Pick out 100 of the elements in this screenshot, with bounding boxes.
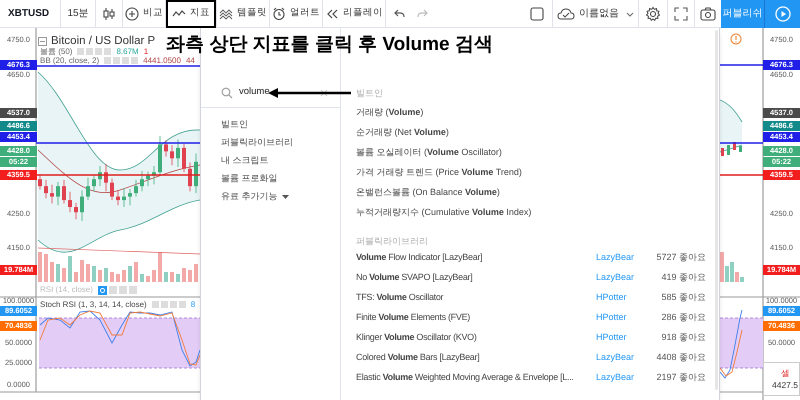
indicator-name[interactable]: No Volume SVAPO [LazyBear] (356, 271, 596, 285)
candle (92, 174, 96, 192)
candle (74, 202, 78, 220)
candle (182, 143, 186, 173)
likes-count: 2197 좋아요 (655, 371, 706, 384)
candle (104, 163, 108, 192)
toolbar-button[interactable]: 얼러트 (270, 0, 322, 28)
indicator-name[interactable]: 온밸런스볼륨 (On Balance Volume) (356, 186, 500, 200)
candle (56, 182, 60, 206)
indicator-name[interactable]: 가격 거래량 트렌드 (Price Volume Trend) (356, 166, 522, 180)
double-chevron-icon (325, 6, 339, 20)
candle (80, 190, 84, 222)
clear-icon[interactable] (320, 88, 328, 96)
alarm-clock-icon (272, 6, 286, 20)
interval-button[interactable]: 15분 (61, 6, 95, 21)
settings-icon[interactable] (645, 6, 661, 22)
indicator-label: RSI (14, close) (40, 284, 93, 296)
likes-count: 585 좋아요 (660, 291, 706, 304)
likes-count: 4408 좋아요 (655, 351, 706, 364)
layout-menu-button[interactable]: 이름없음 (553, 0, 638, 28)
search-icon (221, 86, 233, 98)
indicator-name[interactable]: TFS: Volume Oscillator (356, 291, 596, 305)
play-button[interactable] (764, 0, 800, 28)
candle (86, 177, 90, 200)
category-item[interactable]: 볼륨 프로화일 (201, 170, 278, 188)
play-icon (774, 6, 790, 22)
indicator-name[interactable]: 순거래량 (Net Volume) (356, 126, 449, 140)
likes-count: 286 좋아요 (660, 311, 706, 324)
control-icons-drawing[interactable] (98, 286, 138, 294)
indicator-value: 8 (190, 299, 196, 311)
chart-title: Bitcoin / US Dollar P (51, 34, 156, 48)
toolbar-button[interactable]: 비교 (123, 0, 165, 28)
candle (122, 188, 126, 208)
price-line (720, 174, 763, 176)
likes-count: 918 좋아요 (660, 331, 706, 344)
indicator-value: 1 (144, 46, 148, 57)
category-item[interactable]: 유료 추가기능 (201, 188, 289, 206)
fullscreen-icon[interactable] (674, 6, 688, 20)
scrollbar[interactable] (715, 30, 718, 390)
candlestick-chart-drawing (721, 142, 742, 156)
sell-button[interactable]: 셀 4427.5 (763, 362, 800, 396)
candle (116, 190, 120, 206)
candle (176, 139, 180, 168)
candle (134, 180, 138, 197)
symbol-label[interactable]: XBTUSD (0, 6, 60, 21)
indicator-name[interactable]: Klinger Volume Oscillator (KVO) (356, 331, 596, 345)
wave-lines-icon (219, 6, 233, 20)
indicator-name[interactable]: 누적거래량지수 (Cumulative Volume Index) (356, 206, 532, 220)
search-field[interactable]: volume (239, 85, 299, 100)
candle (50, 184, 54, 204)
annotation-caption: 좌측 상단 지표를 클릭 후 Volume 검색 (166, 33, 493, 57)
indicator-name[interactable]: Colored Volume Bars [LazyBear] (356, 351, 596, 365)
candle (128, 188, 132, 206)
volume-bars-drawing (720, 252, 744, 282)
indicator-label: 볼륨 (50) (40, 46, 72, 57)
candle (164, 140, 168, 157)
likes-count: 5727 좋아요 (655, 251, 706, 264)
bollinger-band-drawing (720, 100, 742, 152)
square-icon[interactable] (530, 6, 544, 20)
cloud-check-icon (557, 6, 575, 20)
caret-icon (626, 10, 634, 18)
indicator-name[interactable]: Volume Flow Indicator [LazyBear] (356, 251, 596, 265)
likes-count: 419 좋아요 (660, 271, 706, 284)
candles-icon[interactable] (102, 6, 116, 20)
section-header: 퍼블릭라이브러리 (356, 235, 428, 248)
indicator-name[interactable]: 볼륨 오실레이터 (Volume Oscillator) (356, 146, 502, 160)
indicator-name[interactable]: Finite Volume Elements (FVE) (356, 311, 596, 325)
candle (170, 144, 174, 166)
section-header: 빌트인 (356, 87, 383, 100)
price-line (720, 142, 763, 144)
indicator-value: 4441.0500 (143, 55, 181, 67)
indicator-label: BB (20, close, 2) (40, 56, 100, 67)
candle (98, 166, 102, 187)
candle (158, 136, 162, 176)
candle (44, 180, 48, 199)
toolbar-button[interactable]: 템플릿 (217, 0, 269, 28)
candle (188, 162, 192, 192)
stoch-rsi-drawing (720, 310, 764, 379)
alert-icon[interactable] (730, 33, 742, 45)
category-item[interactable]: 빌트인 (201, 116, 248, 134)
indicator-name[interactable]: 거래량 (Volume) (356, 106, 424, 120)
category-item[interactable]: 내 스크립트 (201, 152, 269, 170)
candle (146, 171, 150, 187)
category-item[interactable]: 퍼블릭라이브러리 (201, 134, 293, 152)
candle (68, 191, 72, 213)
toolbar-button[interactable]: 지표 (166, 0, 216, 28)
price-line (720, 64, 763, 66)
candle (38, 174, 42, 190)
collapse-icon[interactable] (38, 37, 47, 46)
candle (194, 153, 198, 194)
indicator-name[interactable]: Elastic Volume Weighted Moving Average & Envelope [L... (356, 371, 596, 385)
indicator-value: 8.67M (116, 46, 139, 58)
camera-icon[interactable] (700, 6, 716, 20)
plus-circle-icon (125, 6, 139, 20)
candle (140, 170, 144, 192)
candle (110, 178, 114, 200)
candle (62, 180, 66, 204)
toolbar-button[interactable]: 리플레이 (323, 0, 385, 28)
indicator-value: 44 (186, 55, 195, 67)
indicator-label: Stoch RSI (1, 3, 14, 14, close) (40, 299, 147, 311)
